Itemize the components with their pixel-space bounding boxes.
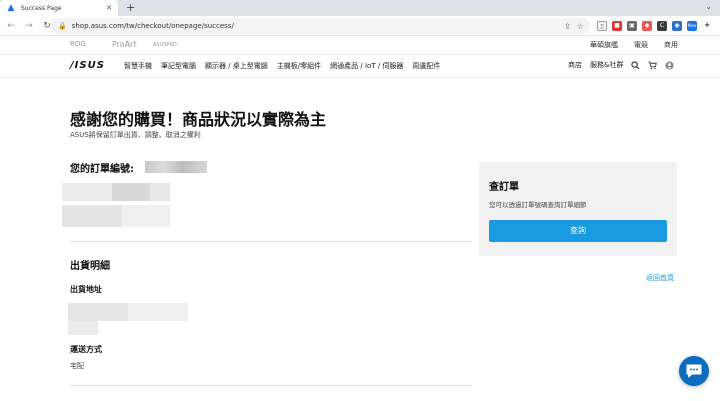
nav-item-laptops[interactable]: 筆記型電腦 (161, 61, 196, 71)
extension-icon[interactable]: ■ (612, 21, 622, 31)
back-icon[interactable]: ← (4, 21, 18, 31)
puzzle-icon[interactable]: ✚ (702, 21, 712, 31)
util-link-gaming[interactable]: 電競 (634, 40, 648, 50)
order-lookup-title: 查訂單 (489, 182, 519, 193)
cart-icon[interactable] (648, 60, 658, 70)
asus-favicon-icon: ▲ (7, 3, 15, 13)
order-number-label: 您的訂單編號: (70, 164, 134, 175)
nav-item-accessories[interactable]: 周邊配件 (412, 61, 440, 71)
asus-logo[interactable]: /ISUS (70, 60, 105, 71)
search-icon[interactable] (631, 60, 640, 70)
extension-badge-icon[interactable]: New (687, 21, 697, 31)
forward-icon[interactable]: → (22, 21, 36, 31)
section-divider (70, 241, 472, 242)
tab-close-icon[interactable]: ✕ (106, 4, 112, 12)
query-button[interactable]: 查詢 (489, 220, 667, 242)
shipping-address-label: 出貨地址 (70, 285, 102, 294)
asuspro-brand-link[interactable]: ASUSPRO (153, 42, 177, 48)
extension-icon[interactable]: C (657, 21, 667, 31)
nav-item-support[interactable]: 服務&社群 (590, 60, 623, 70)
redacted-block (112, 183, 152, 201)
redacted-block (68, 303, 128, 321)
user-icon[interactable] (665, 60, 675, 70)
extension-icon[interactable]: ◉ (672, 21, 682, 31)
tab-search-icon[interactable]: ⌄ (705, 2, 712, 11)
util-link-flagship[interactable]: 華碩旗艦 (590, 40, 618, 50)
page-subtitle: ASUS將保留訂單出貨、調整、取消之權利 (70, 131, 201, 139)
bookmark-star-icon[interactable]: ☆ (577, 22, 584, 31)
back-to-home-link[interactable]: 返回首頁 (646, 273, 674, 283)
nav-item-store[interactable]: 商店 (568, 60, 582, 70)
chat-bubble-icon (686, 364, 702, 378)
utility-links: 華碩旗艦 電競 商用 (590, 40, 678, 50)
share-icon[interactable]: ⇪ (564, 22, 571, 31)
order-number-redacted (145, 161, 207, 173)
rog-brand-link[interactable]: ROG (70, 40, 86, 48)
nav-right: 商店 服務&社群 (568, 60, 675, 70)
nav-item-monitors[interactable]: 顯示器 / 桌上型電腦 (205, 61, 268, 71)
shipping-details-title: 出貨明細 (70, 261, 110, 272)
proart-brand-link[interactable]: ProArt (112, 40, 137, 49)
extension-icon[interactable]: ▯ (597, 21, 607, 31)
redacted-block (68, 321, 98, 335)
chat-button[interactable] (679, 356, 709, 386)
lock-icon: 🔒 (58, 22, 67, 30)
page-title: 感謝您的購買！商品狀況以實際為主 (70, 110, 327, 129)
util-link-business[interactable]: 商用 (664, 40, 678, 50)
extension-icon[interactable]: ◆ (642, 21, 652, 31)
order-lookup-description: 您可以透過訂單號碼查詢訂單細節 (489, 201, 587, 209)
extension-icon[interactable]: ▣ (627, 21, 637, 31)
browser-tabstrip: ▲ Success Page ✕ + ⌄ (0, 0, 720, 16)
section-divider (70, 385, 472, 386)
browser-tab[interactable]: ▲ Success Page ✕ (0, 0, 118, 16)
new-tab-button[interactable]: + (126, 1, 135, 15)
url-text: shop.asus.com/tw/checkout/onepage/succes… (71, 22, 234, 30)
tab-title: Success Page (21, 4, 62, 12)
nav-item-networking[interactable]: 網通產品 / IoT / 伺服器 (330, 61, 403, 71)
shipping-method-label: 運送方式 (70, 345, 102, 354)
nav-menu: 智慧手機 筆記型電腦 顯示器 / 桌上型電腦 主機板/零組件 網通產品 / Io… (124, 61, 440, 71)
address-bar[interactable]: 🔒 shop.asus.com/tw/checkout/onepage/succ… (50, 18, 590, 34)
shipping-method-value: 宅配 (70, 362, 84, 370)
nav-item-motherboards[interactable]: 主機板/零組件 (277, 61, 321, 71)
nav-item-phones[interactable]: 智慧手機 (124, 61, 152, 71)
redacted-block (150, 183, 170, 201)
redacted-block (62, 205, 122, 227)
extension-icons: ▯ ■ ▣ ◆ C ◉ New ✚ (597, 19, 712, 33)
